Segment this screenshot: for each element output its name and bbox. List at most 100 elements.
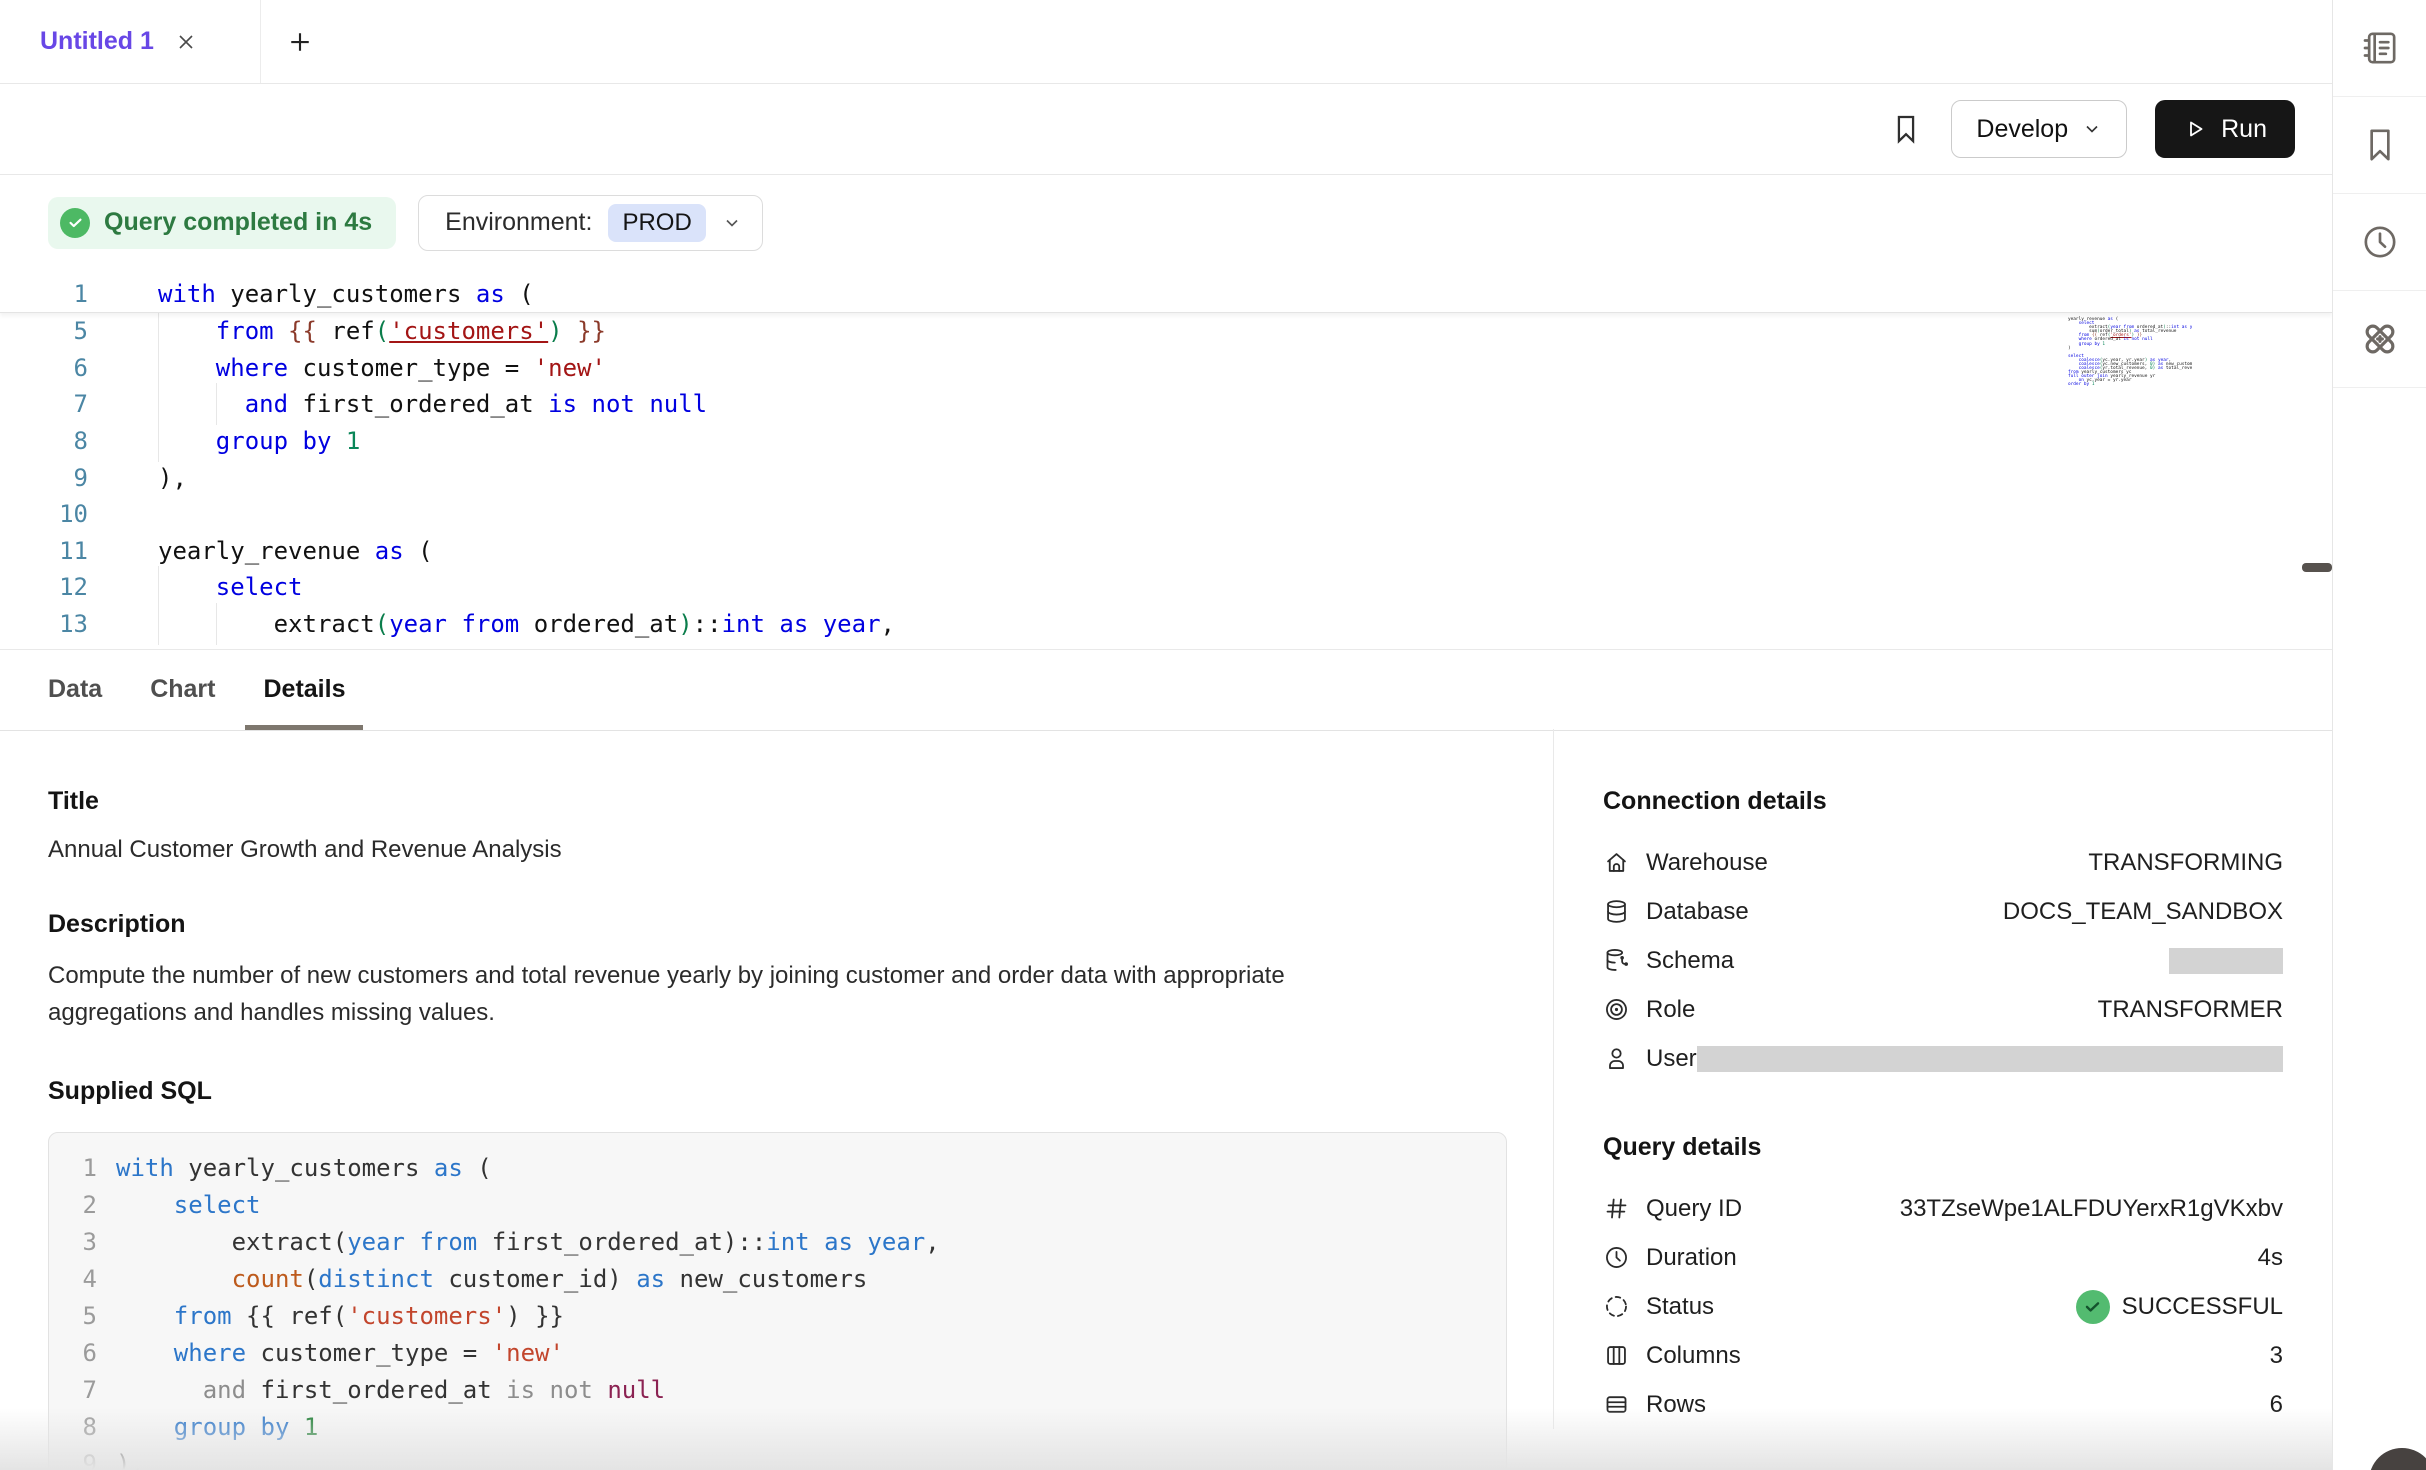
schema-row: Schema	[1603, 936, 2283, 985]
rail-notebook-icon[interactable]	[2333, 0, 2426, 97]
query-details-heading: Query details	[1603, 1133, 2283, 1162]
warehouse-row: Warehouse TRANSFORMING	[1603, 838, 2283, 887]
tab-bar: Untitled 1	[0, 0, 2332, 84]
status-value: SUCCESSFUL	[2122, 1293, 2283, 1321]
duration-label: Duration	[1646, 1244, 1737, 1272]
supplied-sql-line: 1with yearly_customers as (	[49, 1149, 1506, 1186]
query-id-label: Query ID	[1646, 1195, 1742, 1223]
user-icon	[1603, 1045, 1630, 1072]
tab-untitled-1[interactable]: Untitled 1	[0, 0, 261, 83]
editor-line[interactable]: 8 group by 1	[0, 423, 2332, 460]
bookmark-icon[interactable]	[1889, 112, 1923, 146]
spinner-icon	[1603, 1293, 1630, 1320]
supplied-sql-line: 7 and first_ordered_at is not null	[49, 1371, 1506, 1408]
corner-avatar-button[interactable]	[2369, 1448, 2426, 1470]
editor-line[interactable]: 10	[0, 496, 2332, 533]
warehouse-label: Warehouse	[1646, 849, 1768, 877]
main-column: Untitled 1 Develop Run	[0, 0, 2332, 1470]
rail-bookmark-icon[interactable]	[2333, 97, 2426, 194]
supplied-sql-code-block: 1with yearly_customers as (2 select3 ext…	[48, 1132, 1507, 1470]
supplied-sql-line: 2 select	[49, 1186, 1506, 1223]
indent-guide	[216, 603, 217, 645]
role-row: Role TRANSFORMER	[1603, 985, 2283, 1034]
run-button[interactable]: Run	[2155, 100, 2295, 158]
database-label: Database	[1646, 898, 1749, 926]
supplied-sql-line: 4 count(distinct customer_id) as new_cus…	[49, 1260, 1506, 1297]
supplied-sql-line: 8 group by 1	[49, 1408, 1506, 1445]
environment-select[interactable]: Environment: PROD	[418, 195, 763, 251]
details-right-column: Connection details Warehouse TRANSFORMING…	[1603, 729, 2283, 1429]
title-value: Annual Customer Growth and Revenue Analy…	[48, 836, 1507, 864]
supplied-sql-heading: Supplied SQL	[48, 1077, 1507, 1106]
editor-line[interactable]: 13 extract(year from ordered_at)::int as…	[0, 606, 2332, 643]
line-number: 12	[0, 573, 88, 601]
results-tab-details[interactable]: Details	[245, 675, 363, 730]
editor-line[interactable]: 7 and first_ordered_at is not null	[0, 386, 2332, 423]
columns-label: Columns	[1646, 1342, 1741, 1370]
status-badge: SUCCESSFUL	[2076, 1290, 2283, 1324]
details-pane: Title Annual Customer Growth and Revenue…	[0, 729, 2332, 1470]
chevron-down-icon	[722, 213, 742, 233]
database-row: Database DOCS_TEAM_SANDBOX	[1603, 887, 2283, 936]
line-number: 5	[0, 317, 88, 345]
editor-line[interactable]: 5 from {{ ref('customers') }}	[0, 313, 2332, 350]
role-label: Role	[1646, 996, 1695, 1024]
schema-redacted-value	[2169, 948, 2283, 974]
rows-value: 6	[2270, 1391, 2283, 1419]
user-label: User	[1646, 1045, 1697, 1073]
clock-icon	[1603, 1244, 1630, 1271]
rail-copilot-icon[interactable]	[2333, 291, 2426, 388]
environment-label: Environment:	[445, 208, 592, 237]
columns-value: 3	[2270, 1342, 2283, 1370]
line-number: 8	[49, 1413, 97, 1441]
schema-label: Schema	[1646, 947, 1734, 975]
line-number: 5	[49, 1302, 97, 1330]
sql-editor[interactable]: 1with yearly_customers as ( 5 from {{ re…	[0, 270, 2332, 649]
editor-line[interactable]: 11yearly_revenue as (	[0, 533, 2332, 570]
line-number: 9	[0, 464, 88, 492]
editor-scrollbar-handle[interactable]	[2302, 563, 2332, 572]
duration-row: Duration 4s	[1603, 1233, 2283, 1282]
line-number: 1	[49, 1154, 97, 1182]
results-tab-bar: DataChartDetails	[0, 649, 2332, 731]
database-value: DOCS_TEAM_SANDBOX	[2003, 898, 2283, 926]
status-row: Query completed in 4s Environment: PROD	[0, 175, 2332, 270]
line-number: 2	[49, 1191, 97, 1219]
supplied-sql-line: 9),	[49, 1445, 1506, 1470]
details-left-column: Title Annual Customer Growth and Revenue…	[48, 729, 1507, 1470]
editor-line[interactable]: 1with yearly_customers as (	[0, 275, 2332, 312]
line-number: 10	[0, 500, 88, 528]
supplied-sql-line: 3 extract(year from first_ordered_at)::i…	[49, 1223, 1506, 1260]
indent-guide	[158, 603, 159, 645]
close-icon[interactable]	[174, 30, 198, 54]
rail-clock-icon[interactable]	[2333, 194, 2426, 291]
user-redacted-value	[1697, 1046, 2283, 1072]
columns-row: Columns 3	[1603, 1331, 2283, 1380]
results-tab-data[interactable]: Data	[30, 675, 120, 730]
plus-icon[interactable]	[285, 27, 315, 57]
toolbar: Develop Run	[0, 84, 2332, 175]
chevron-down-icon	[2082, 119, 2102, 139]
indent-guide	[216, 383, 217, 425]
rows-icon	[1603, 1391, 1630, 1418]
query-id-value: 33TZseWpe1ALFDUYerxR1gVKxbv	[1900, 1195, 2283, 1223]
role-value: TRANSFORMER	[2098, 996, 2283, 1024]
status-row: StatusSUCCESSFUL	[1603, 1282, 2283, 1331]
schema-icon	[1603, 947, 1630, 974]
results-tab-chart[interactable]: Chart	[132, 675, 233, 730]
connection-details-heading: Connection details	[1603, 787, 2283, 816]
warehouse-value: TRANSFORMING	[2088, 849, 2283, 877]
indent-guide	[158, 420, 159, 462]
line-number: 9	[49, 1450, 97, 1470]
query-status-pill: Query completed in 4s	[48, 197, 396, 249]
editor-sticky-line[interactable]: 1with yearly_customers as (	[0, 275, 2332, 313]
title-heading: Title	[48, 787, 1507, 816]
develop-label: Develop	[1976, 115, 2068, 144]
editor-line[interactable]: 6 where customer_type = 'new'	[0, 350, 2332, 387]
duration-value: 4s	[2258, 1244, 2283, 1272]
editor-line[interactable]: 12 select	[0, 569, 2332, 606]
description-value: Compute the number of new customers and …	[48, 957, 1418, 1031]
develop-button[interactable]: Develop	[1951, 100, 2127, 158]
hash-icon	[1603, 1195, 1630, 1222]
editor-line[interactable]: 9),	[0, 459, 2332, 496]
